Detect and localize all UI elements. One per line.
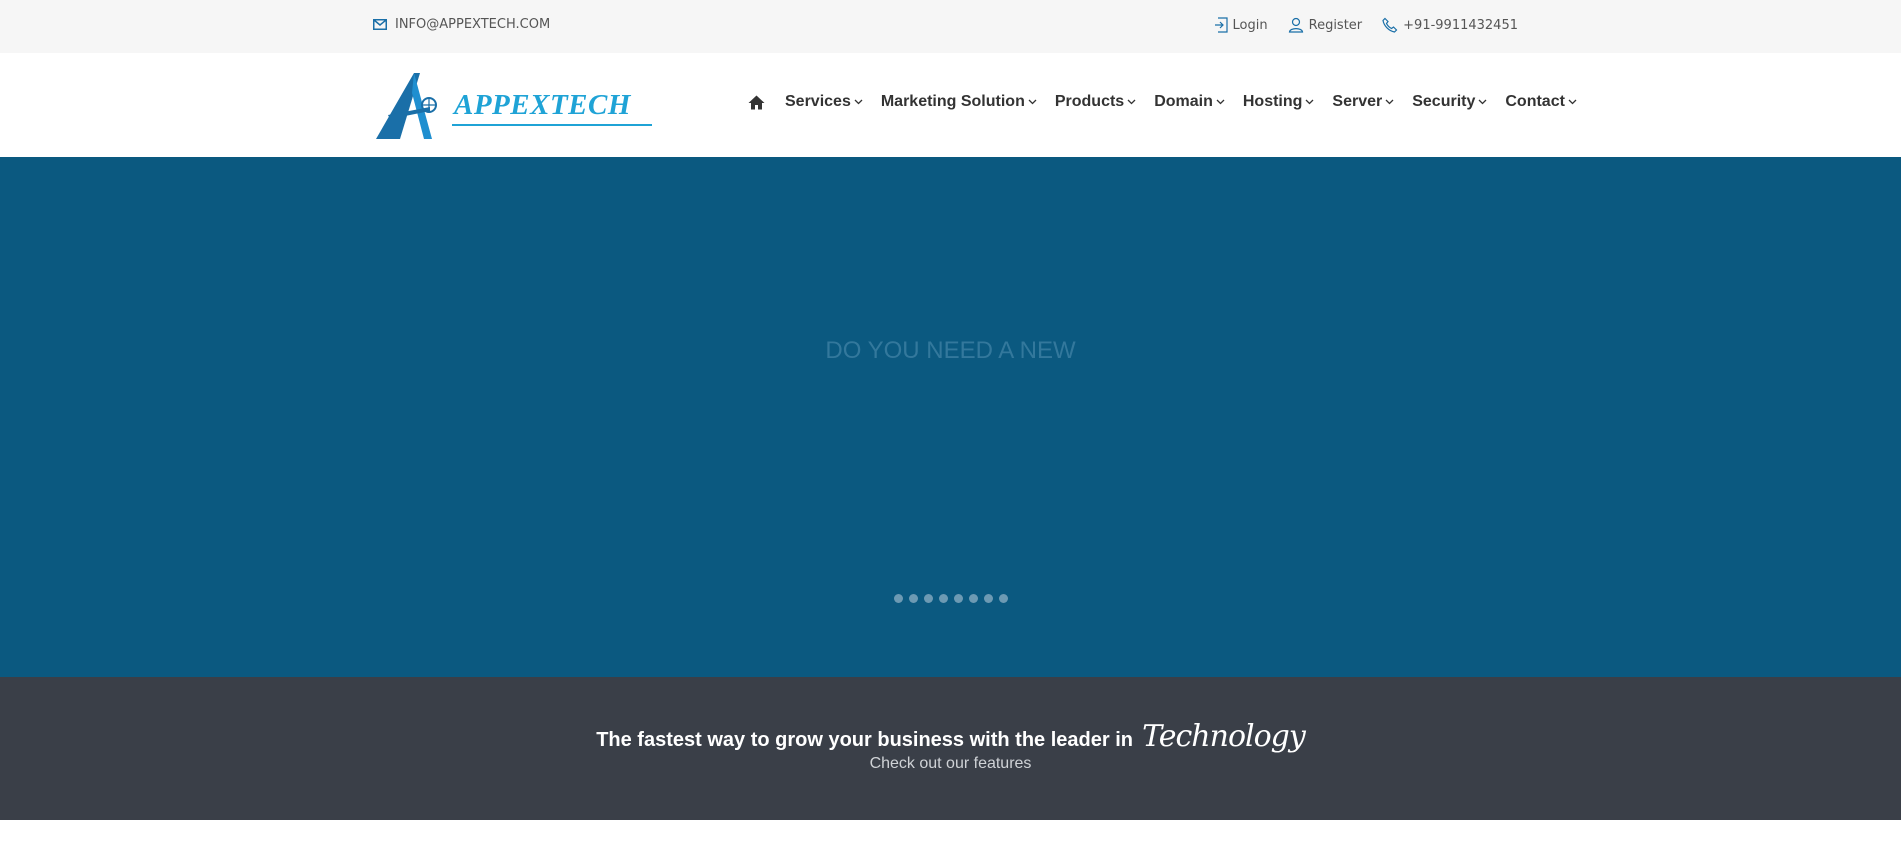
- slider-dot[interactable]: [998, 594, 1008, 603]
- nav-security[interactable]: Security: [1412, 93, 1487, 111]
- slider-dot[interactable]: [953, 594, 963, 603]
- register-link[interactable]: Register: [1288, 17, 1363, 33]
- nav-hosting-label: Hosting: [1242, 93, 1303, 110]
- chevron-down-icon: [1216, 99, 1225, 105]
- logo-text: APPEXTECH: [454, 89, 631, 121]
- hero-headline: DO YOU NEED A NEW: [825, 337, 1076, 364]
- appextech-logo[interactable]: APPEXTECH: [374, 69, 659, 143]
- phone-number: +91-9911432451: [1403, 17, 1518, 33]
- nav-marketing-solution-label: Marketing Solution: [880, 93, 1025, 110]
- tagline-lead: The fastest way to grow your business wi…: [596, 729, 1133, 751]
- tagline-banner: The fastest way to grow your business wi…: [0, 677, 1901, 820]
- email-text: INFO@APPEXTECH.COM: [395, 17, 551, 32]
- nav-domain[interactable]: Domain: [1154, 93, 1225, 111]
- slider-dot[interactable]: [923, 594, 933, 603]
- user-icon: [1288, 17, 1303, 33]
- chevron-down-icon: [1305, 99, 1314, 105]
- chevron-down-icon: [1028, 99, 1037, 105]
- home-icon: [748, 95, 765, 109]
- main-header: APPEXTECH Services Marketing Solution Pr…: [0, 53, 1901, 157]
- tagline-heading: The fastest way to grow your business wi…: [0, 719, 1901, 754]
- contact-email[interactable]: INFO@APPEXTECH.COM: [373, 17, 550, 32]
- nav-domain-label: Domain: [1154, 93, 1213, 110]
- logo-mark-icon: [376, 73, 437, 139]
- nav-services-label: Services: [785, 93, 851, 110]
- register-label: Register: [1308, 17, 1363, 33]
- chevron-down-icon: [854, 99, 863, 105]
- slider-dot[interactable]: [968, 594, 978, 603]
- nav-server[interactable]: Server: [1332, 93, 1394, 111]
- tagline-subtext: Check out our features: [869, 755, 1032, 772]
- nav-home[interactable]: [748, 95, 765, 110]
- chevron-down-icon: [1478, 99, 1487, 105]
- phone-icon: [1382, 17, 1398, 33]
- login-icon: [1214, 17, 1228, 33]
- slider-dot[interactable]: [938, 594, 948, 603]
- logo-underline: [452, 124, 652, 126]
- chevron-down-icon: [1385, 99, 1394, 105]
- tagline-highlight: Technology: [1142, 719, 1306, 754]
- nav-products-label: Products: [1054, 93, 1125, 110]
- slider-dot[interactable]: [908, 594, 918, 603]
- nav-security-label: Security: [1412, 93, 1476, 110]
- nav-server-label: Server: [1332, 93, 1383, 110]
- chevron-down-icon: [1568, 99, 1577, 105]
- login-label: Login: [1232, 17, 1268, 33]
- main-nav: Services Marketing Solution Products Dom…: [748, 93, 1577, 111]
- phone-link[interactable]: +91-9911432451: [1382, 17, 1518, 33]
- nav-contact[interactable]: Contact: [1505, 93, 1577, 111]
- top-bar: INFO@APPEXTECH.COM Login Register +91-99…: [0, 0, 1901, 53]
- chevron-down-icon: [1127, 99, 1136, 105]
- nav-marketing-solution[interactable]: Marketing Solution: [881, 93, 1037, 111]
- hero-slider: DO YOU NEED A NEW: [0, 157, 1901, 677]
- slider-dot[interactable]: [893, 594, 903, 603]
- nav-services[interactable]: Services: [785, 93, 863, 111]
- nav-hosting[interactable]: Hosting: [1243, 93, 1315, 111]
- nav-products[interactable]: Products: [1055, 93, 1136, 111]
- envelope-icon: [373, 19, 387, 30]
- top-bar-links: Login Register +91-9911432451: [1194, 17, 1518, 33]
- nav-contact-label: Contact: [1505, 93, 1565, 110]
- login-link[interactable]: Login: [1214, 17, 1268, 33]
- slider-dot[interactable]: [983, 594, 993, 603]
- slider-pagination: [0, 594, 1901, 603]
